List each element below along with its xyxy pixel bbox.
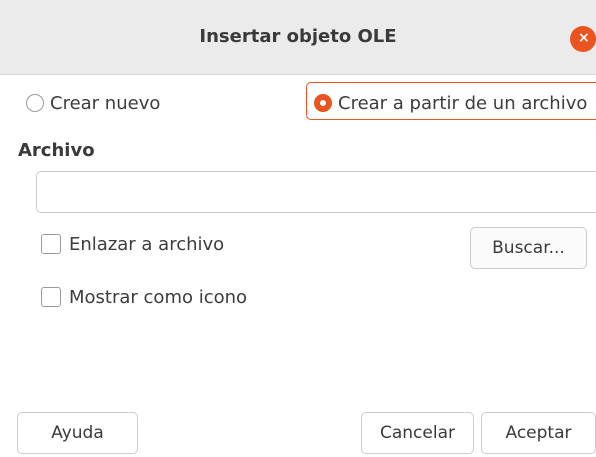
create-new-radio[interactable]: Crear nuevo — [26, 91, 160, 115]
insert-ole-object-dialog: Insertar objeto OLE × Crear nuevo Crear … — [0, 0, 596, 457]
close-button[interactable]: × — [570, 26, 596, 52]
help-button[interactable]: Ayuda — [17, 412, 138, 454]
link-to-file-label: Enlazar a archivo — [69, 233, 225, 255]
create-from-file-radio[interactable]: Crear a partir de un archivo — [314, 91, 587, 115]
create-from-file-label: Crear a partir de un archivo — [338, 92, 588, 114]
file-section-label: Archivo — [18, 140, 95, 161]
link-to-file-checkbox[interactable]: Enlazar a archivo — [41, 232, 224, 256]
checkbox-unchecked-icon — [41, 287, 61, 307]
browse-button[interactable]: Buscar... — [470, 227, 587, 269]
display-as-icon-label: Mostrar como icono — [69, 286, 248, 308]
file-path-input[interactable] — [36, 171, 596, 213]
ok-button[interactable]: Aceptar — [481, 412, 596, 454]
title-bar: Insertar objeto OLE × — [0, 0, 596, 75]
create-new-label: Crear nuevo — [50, 92, 161, 114]
dialog-title: Insertar objeto OLE — [199, 26, 397, 47]
radio-unchecked-icon — [26, 94, 44, 112]
radio-checked-icon — [314, 94, 332, 112]
checkbox-unchecked-icon — [41, 234, 61, 254]
close-icon: × — [578, 30, 590, 46]
display-as-icon-checkbox[interactable]: Mostrar como icono — [41, 285, 247, 309]
cancel-button[interactable]: Cancelar — [361, 412, 474, 454]
